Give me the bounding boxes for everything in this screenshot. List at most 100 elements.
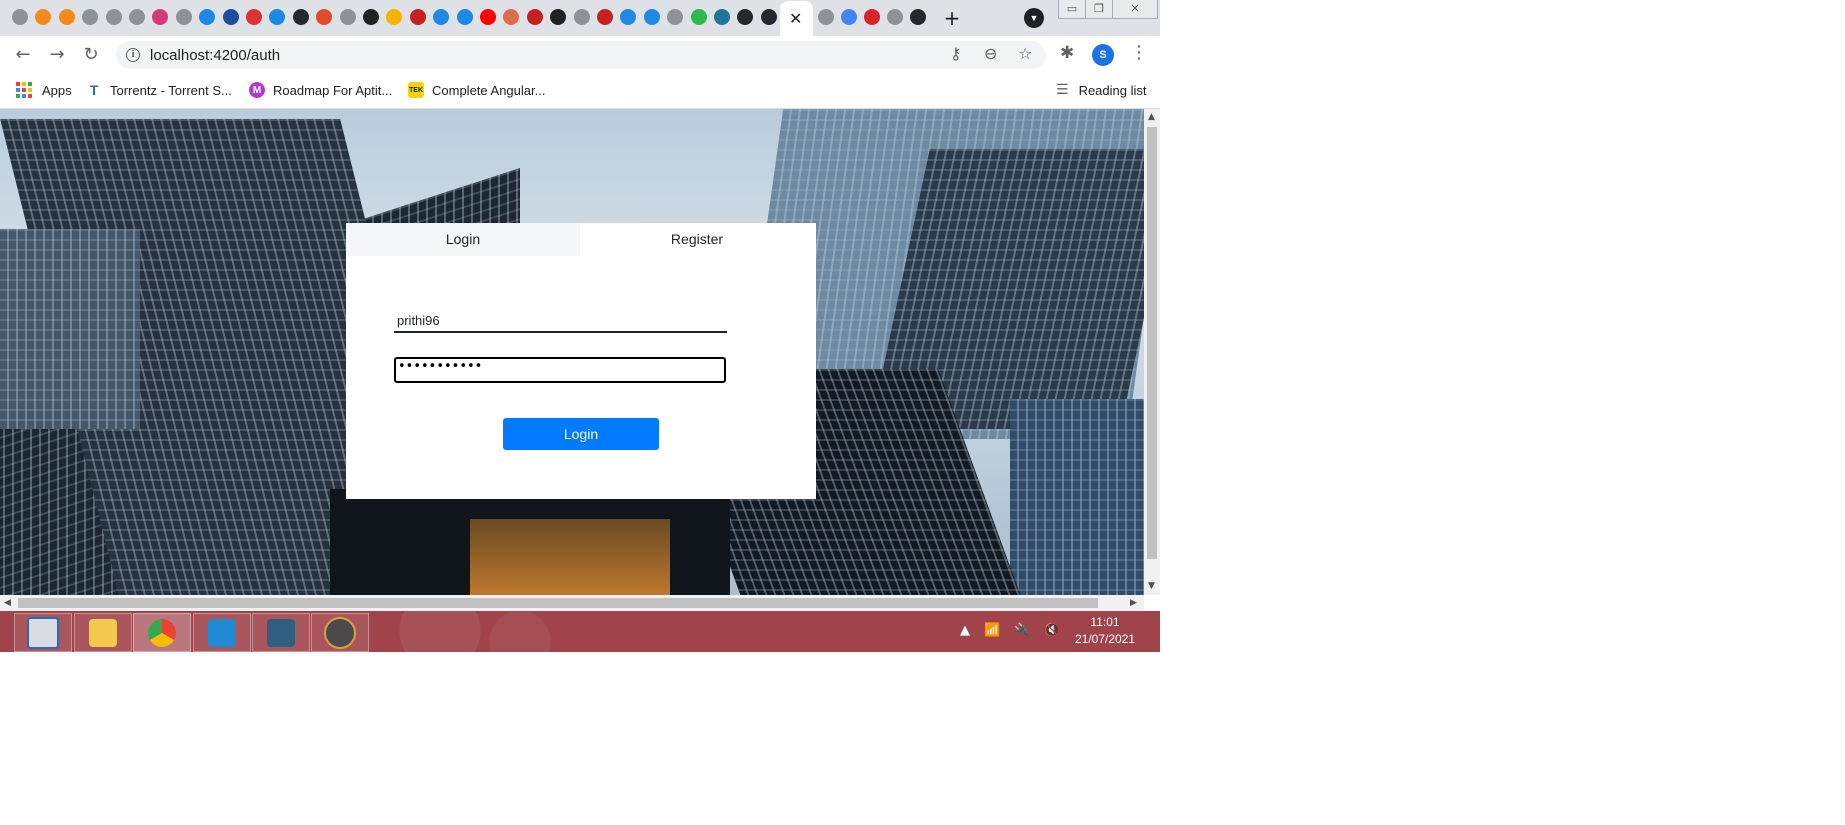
scroll-left-icon[interactable]: ◀ (4, 598, 11, 608)
tab-favicon-icon[interactable] (760, 9, 777, 25)
browser-window: ✕ + ▼ ▭ ❐ ✕ ← → ↻ i localhost:4200/auth … (0, 0, 1160, 652)
taskbar-app-vscode[interactable] (193, 613, 251, 652)
roadmap-icon: M (249, 82, 265, 98)
taskbar-app-eclipse[interactable] (311, 613, 369, 652)
tab-favicon-icon[interactable] (292, 9, 309, 25)
bookmark-roadmap[interactable]: M Roadmap For Aptit... (249, 82, 392, 98)
bookmark-label: Complete Angular... (432, 82, 546, 98)
bookmark-torrentz[interactable]: T Torrentz - Torrent S... (86, 82, 232, 98)
minimize-button[interactable]: ▭ (1058, 0, 1086, 19)
extensions-icon[interactable]: ✱ (1060, 43, 1074, 63)
info-icon[interactable]: i (126, 48, 140, 62)
reading-list-button[interactable]: ☰ Reading list (1056, 82, 1147, 98)
tab-favicon-icon[interactable] (841, 9, 857, 25)
tab-favicon-icon[interactable] (667, 9, 684, 25)
tab-favicon-icon[interactable] (456, 9, 473, 25)
tab-favicon-icon[interactable] (152, 9, 169, 25)
bookmarks-bar: Apps T Torrentz - Torrent S... M Roadmap… (0, 74, 1160, 109)
zoom-icon[interactable]: ⊖ (984, 44, 997, 63)
reading-list-icon: ☰ (1056, 82, 1069, 98)
key-icon[interactable]: ⚷ (950, 44, 962, 63)
tab-search-icon[interactable]: ▼ (1024, 8, 1044, 28)
horizontal-scroll-thumb[interactable] (18, 598, 1098, 608)
tab-favicon-icon[interactable] (597, 9, 613, 25)
profile-avatar[interactable]: S (1092, 44, 1114, 66)
scroll-down-icon[interactable]: ▼ (1148, 581, 1155, 591)
tab-favicon-icon[interactable] (480, 9, 496, 25)
tab-favicon-icon[interactable] (386, 9, 403, 25)
tab-favicon-icon[interactable] (58, 9, 75, 25)
tab-favicon-icon[interactable] (129, 9, 145, 25)
tab-favicon-icon[interactable] (690, 9, 707, 25)
vertical-scroll-thumb[interactable] (1147, 127, 1157, 559)
close-window-button[interactable]: ✕ (1112, 0, 1158, 19)
tab-register[interactable]: Register (580, 223, 814, 256)
username-input[interactable] (394, 309, 727, 333)
browser-toolbar: ← → ↻ i localhost:4200/auth ⚷ ⊖ ☆ ✱ S ⋮ (0, 36, 1160, 74)
tab-favicon-icon[interactable] (35, 9, 52, 25)
tab-favicon-icon[interactable] (316, 9, 333, 25)
tab-favicon-icon[interactable] (175, 9, 192, 25)
tab-favicon-icon[interactable] (409, 9, 426, 25)
menu-icon[interactable]: ⋮ (1130, 42, 1148, 63)
active-tab[interactable]: ✕ (780, 1, 813, 36)
address-bar[interactable]: i localhost:4200/auth ⚷ ⊖ ☆ (116, 41, 1046, 69)
close-tab-icon[interactable]: ✕ (789, 9, 802, 28)
taskbar-app-mysql[interactable] (252, 613, 310, 652)
vertical-scrollbar[interactable]: ▲ ▼ (1144, 109, 1160, 595)
tab-favicon-icon[interactable] (269, 9, 286, 25)
tab-favicon-icon[interactable] (887, 9, 903, 25)
back-icon[interactable]: ← (9, 41, 37, 69)
new-tab-button[interactable]: + (938, 4, 966, 32)
tab-favicon-icon[interactable] (643, 9, 660, 25)
taskbar-app-explorer-window[interactable] (14, 613, 72, 652)
tab-favicon-icon[interactable] (620, 9, 637, 25)
tab-favicon-icon[interactable] (246, 9, 262, 25)
url-text[interactable]: localhost:4200/auth (150, 47, 280, 64)
system-tray: ▲ 📶 🔌 🔇 (960, 623, 1061, 638)
tab-favicon-icon[interactable] (503, 9, 520, 25)
tab-favicon-icon[interactable] (222, 9, 239, 25)
tab-favicon-icon[interactable] (737, 9, 754, 25)
torrentz-icon: T (89, 82, 99, 98)
volume-muted-icon[interactable]: 🔇 (1044, 623, 1060, 638)
window-icon (27, 616, 59, 649)
folder-icon (89, 618, 117, 647)
horizontal-scrollbar[interactable]: ◀ ▶ (0, 595, 1144, 611)
tab-favicon-icon[interactable] (433, 9, 450, 25)
restore-button[interactable]: ❐ (1085, 0, 1113, 19)
tab-favicon-icon[interactable] (199, 9, 216, 25)
tab-favicon-icon[interactable] (82, 9, 99, 25)
forward-icon[interactable]: → (43, 41, 71, 69)
apps-grid-icon (16, 82, 32, 98)
tab-favicon-icon[interactable] (910, 9, 926, 25)
scroll-right-icon[interactable]: ▶ (1130, 598, 1137, 608)
tab-favicon-icon[interactable] (526, 9, 543, 25)
bookmark-star-icon[interactable]: ☆ (1018, 44, 1032, 63)
reload-icon[interactable]: ↻ (77, 41, 105, 69)
power-icon[interactable]: 🔌 (1014, 623, 1030, 638)
network-icon[interactable]: 📶 (984, 623, 1000, 638)
tab-favicon-icon[interactable] (339, 9, 356, 25)
bookmark-apps[interactable]: Apps (16, 82, 72, 98)
tab-favicon-icon[interactable] (105, 9, 122, 25)
taskbar-app-file-explorer[interactable] (74, 613, 132, 652)
reading-list-label: Reading list (1078, 82, 1147, 98)
password-input[interactable]: ••••••••••• (394, 357, 726, 383)
system-clock[interactable]: 11:01 21/07/2021 (1062, 614, 1148, 648)
tab-login[interactable]: Login (346, 223, 580, 256)
show-hidden-icons-icon[interactable]: ▲ (960, 623, 970, 638)
tab-favicon-icon[interactable] (363, 9, 379, 25)
mysql-icon (267, 618, 295, 647)
tab-favicon-icon[interactable] (714, 9, 730, 25)
scroll-up-icon[interactable]: ▲ (1148, 112, 1155, 122)
tab-favicon-icon[interactable] (550, 9, 567, 25)
tab-favicon-icon[interactable] (573, 9, 590, 25)
bookmark-label: Apps (42, 82, 72, 98)
tab-favicon-icon[interactable] (12, 9, 28, 25)
tab-favicon-icon[interactable] (864, 9, 880, 25)
login-button[interactable]: Login (503, 418, 659, 450)
tab-favicon-icon[interactable] (818, 9, 834, 25)
taskbar-app-chrome[interactable] (133, 613, 191, 652)
bookmark-angular[interactable]: TEK Complete Angular... (408, 82, 545, 98)
